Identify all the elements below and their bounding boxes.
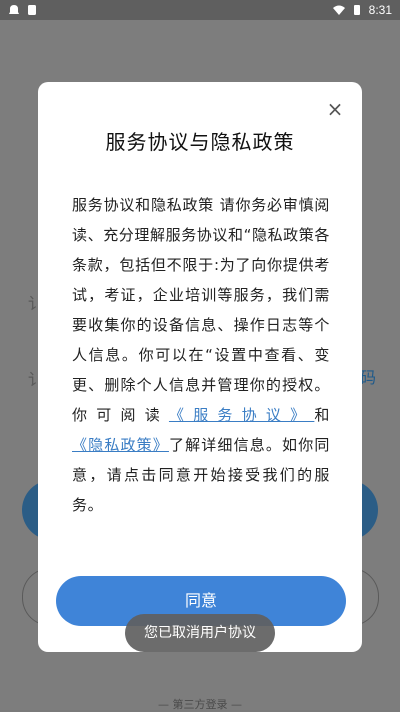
close-icon[interactable]: ×	[326, 99, 344, 119]
battery-icon	[353, 5, 360, 15]
status-time: 8:31	[368, 3, 392, 17]
notification-icon	[9, 5, 19, 14]
sim-icon	[28, 5, 36, 15]
privacy-dialog: × 服务协议与隐私政策 服务协议和隐私政策 请你务必审慎阅读、充分理解服务协议和…	[38, 82, 362, 652]
status-bar: 8:31	[0, 0, 400, 20]
wifi-icon	[332, 5, 345, 15]
dialog-and-text: 和	[314, 406, 330, 424]
service-agreement-link[interactable]: 《服务协议》	[169, 406, 314, 424]
privacy-policy-link[interactable]: 《隐私政策》	[72, 436, 169, 454]
toast-message: 您已取消用户协议	[125, 614, 275, 652]
bg-partial-link: 码	[360, 368, 377, 387]
dialog-content: 服务协议和隐私政策 请你务必审慎阅读、充分理解服务协议和“隐私政策各条款，包括但…	[72, 190, 330, 520]
dialog-title: 服务协议与隐私政策	[105, 130, 295, 154]
dialog-paragraph-2-prefix: 你可阅读	[72, 406, 169, 424]
status-right-icons: 8:31	[332, 3, 392, 17]
status-left-icons	[8, 4, 38, 16]
dialog-paragraph-1: 服务协议和隐私政策 请你务必审慎阅读、充分理解服务协议和“隐私政策各条款，包括但…	[72, 196, 330, 394]
